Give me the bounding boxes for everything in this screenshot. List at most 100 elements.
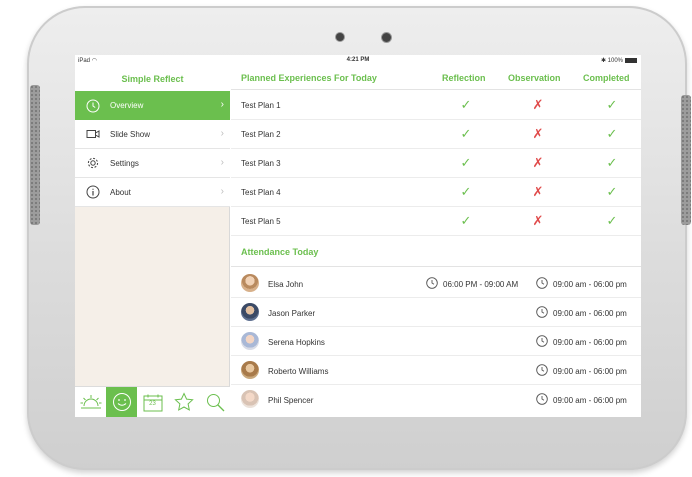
- sun-icon: [80, 393, 102, 413]
- plans-title: Planned Experiences For Today: [241, 73, 377, 83]
- tab-smiley[interactable]: [106, 387, 137, 417]
- plan-name: Test Plan 5: [241, 217, 281, 226]
- cross-icon: ✗: [532, 213, 544, 228]
- search-icon: [205, 392, 225, 414]
- plan-row[interactable]: Test Plan 4 ✓ ✗ ✓: [231, 178, 641, 207]
- person-name: Serena Hopkins: [268, 338, 325, 347]
- bottom-tab-bar: 23: [75, 386, 230, 417]
- plan-row[interactable]: Test Plan 2 ✓ ✗ ✓: [231, 120, 641, 149]
- check-icon: ✓: [606, 97, 618, 112]
- speaker-grille-left: [30, 85, 40, 225]
- time-range: 06:00 PM - 09:00 AM: [443, 280, 519, 289]
- cross-icon: ✗: [532, 184, 544, 199]
- cross-icon: ✗: [532, 126, 544, 141]
- check-icon: ✓: [606, 184, 618, 199]
- chevron-right-icon: ›: [220, 157, 224, 168]
- clock-icon: [536, 393, 548, 405]
- calendar-day: 23: [149, 400, 156, 407]
- tab-search[interactable]: [199, 387, 230, 417]
- time-range: 09:00 am - 06:00 pm: [553, 338, 627, 347]
- person-name: Roberto Williams: [268, 367, 329, 376]
- column-reflection: Reflection: [442, 73, 486, 83]
- battery-status: ✱ 100%: [601, 57, 637, 64]
- camera-icon: [336, 33, 344, 41]
- time-range: 09:00 am - 06:00 pm: [553, 367, 627, 376]
- column-completed: Completed: [583, 73, 630, 83]
- tab-calendar[interactable]: 23: [137, 387, 168, 417]
- time-range: 09:00 am - 06:00 pm: [553, 309, 627, 318]
- battery-icon: [625, 57, 637, 63]
- time-range: 09:00 am - 06:00 pm: [553, 396, 627, 405]
- clock-icon: [536, 277, 548, 289]
- plan-name: Test Plan 3: [241, 159, 281, 168]
- person-name: Jason Parker: [268, 309, 316, 318]
- check-icon: ✓: [606, 126, 618, 141]
- attendance-row[interactable]: Serena Hopkins 09:00 am - 06:00 pm: [231, 327, 641, 356]
- attendance-row[interactable]: Phil Spencer 09:00 am - 06:00 pm: [231, 385, 641, 414]
- sidebar-item-about[interactable]: About ›: [75, 178, 230, 207]
- check-icon: ✓: [460, 155, 472, 170]
- check-icon: ✓: [460, 213, 472, 228]
- plan-name: Test Plan 1: [241, 101, 281, 110]
- check-icon: ✓: [460, 184, 472, 199]
- sensor-icon: [382, 33, 391, 42]
- smiley-icon: [112, 392, 132, 414]
- check-icon: ✓: [460, 126, 472, 141]
- plan-name: Test Plan 4: [241, 188, 281, 197]
- plan-row[interactable]: Test Plan 3 ✓ ✗ ✓: [231, 149, 641, 178]
- plan-row[interactable]: Test Plan 1 ✓ ✗ ✓: [231, 91, 641, 120]
- avatar: [241, 361, 259, 379]
- avatar: [241, 332, 259, 350]
- plan-name: Test Plan 2: [241, 130, 281, 139]
- attendance-row[interactable]: Elsa John 06:00 PM - 09:00 AM 09:00 am -…: [231, 269, 641, 298]
- check-icon: ✓: [460, 97, 472, 112]
- sidebar: Simple Reflect Overview › Slide Show › S…: [75, 67, 230, 417]
- calendar-icon: 23: [143, 394, 163, 412]
- clock-icon: [536, 364, 548, 376]
- gear-icon: [86, 156, 100, 170]
- speaker-grille-right: [681, 95, 691, 225]
- attendance-row[interactable]: Roberto Williams 09:00 am - 06:00 pm: [231, 356, 641, 385]
- chevron-right-icon: ›: [220, 128, 224, 139]
- chevron-right-icon: ›: [220, 186, 224, 197]
- sidebar-item-settings[interactable]: Settings ›: [75, 149, 230, 178]
- sidebar-item-label: Overview: [110, 101, 144, 110]
- tab-star[interactable]: [168, 387, 199, 417]
- clock-icon: [86, 99, 100, 113]
- column-observation: Observation: [508, 73, 561, 83]
- sidebar-menu: Overview › Slide Show › Settings › About…: [75, 91, 230, 207]
- sidebar-item-label: Slide Show: [110, 129, 151, 139]
- attendance-title: Attendance Today: [241, 247, 319, 257]
- cross-icon: ✗: [532, 97, 544, 112]
- video-camera-icon: [86, 127, 100, 141]
- check-icon: ✓: [606, 155, 618, 170]
- clock-icon: [536, 306, 548, 318]
- chevron-right-icon: ›: [220, 99, 224, 110]
- avatar: [241, 274, 259, 292]
- info-icon: [86, 185, 100, 199]
- person-name: Elsa John: [268, 280, 304, 289]
- status-bar: iPad ◠ 4:21 PM ✱ 100%: [75, 55, 641, 67]
- plan-row[interactable]: Test Plan 5 ✓ ✗ ✓: [231, 207, 641, 236]
- screen: iPad ◠ 4:21 PM ✱ 100% Simple Reflect Ove…: [75, 55, 641, 417]
- bluetooth-icon: ✱: [600, 58, 606, 64]
- sidebar-item-overview[interactable]: Overview ›: [75, 91, 230, 120]
- sidebar-item-label: About: [110, 187, 131, 197]
- clock-icon: [536, 335, 548, 347]
- attendance-header: Attendance Today: [231, 238, 641, 267]
- sidebar-title: Simple Reflect: [75, 67, 230, 91]
- avatar: [241, 303, 259, 321]
- avatar: [241, 390, 259, 408]
- person-name: Phil Spencer: [268, 396, 314, 405]
- plans-header: Planned Experiences For Today Reflection…: [231, 67, 641, 90]
- tab-sun[interactable]: [75, 387, 106, 417]
- main-content: Planned Experiences For Today Reflection…: [231, 67, 641, 417]
- status-time: 4:21 PM: [346, 57, 370, 63]
- time-range: 09:00 am - 06:00 pm: [553, 280, 627, 289]
- star-icon: [173, 391, 194, 414]
- sidebar-item-slide-show[interactable]: Slide Show ›: [75, 120, 230, 149]
- cross-icon: ✗: [532, 155, 544, 170]
- clock-icon: [426, 277, 438, 289]
- sidebar-item-label: Settings: [110, 158, 139, 168]
- attendance-row[interactable]: Jason Parker 09:00 am - 06:00 pm: [231, 298, 641, 327]
